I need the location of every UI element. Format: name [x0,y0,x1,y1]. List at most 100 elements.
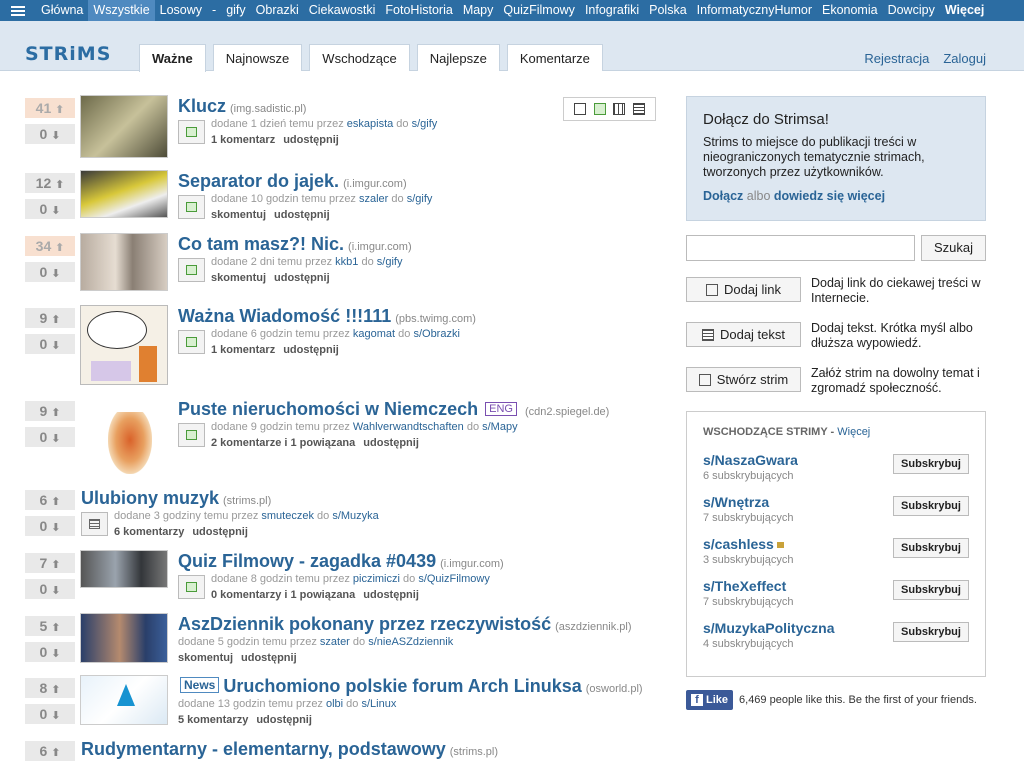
comments-link[interactable]: 2 komentarze i 1 powiązana [211,437,355,449]
share-link[interactable]: udostępnij [283,344,339,356]
comments-link[interactable]: skomentuj [178,652,233,664]
downvote-button[interactable]: 0 ⬇ [25,642,75,662]
share-link[interactable]: udostępnij [241,652,297,664]
nav-item-ciekawostki[interactable]: Ciekawostki [304,0,381,21]
post-author[interactable]: smuteczek [261,510,314,522]
post-strim[interactable]: s/gify [377,256,403,268]
comments-link[interactable]: skomentuj [211,272,266,284]
nav-item-wszystkie[interactable]: Wszystkie [88,0,155,21]
post-author[interactable]: szater [320,636,350,648]
nav-item-informatycznyhumor[interactable]: InformatycznyHumor [692,0,817,21]
nav-item-mapy[interactable]: Mapy [458,0,499,21]
upvote-button[interactable]: 9 ⬆ [25,401,75,421]
post-thumbnail[interactable] [80,398,168,476]
upvote-button[interactable]: 7 ⬆ [25,553,75,573]
post-author[interactable]: kagomat [353,328,395,340]
image-post-icon[interactable] [178,120,205,144]
post-strim[interactable]: s/Mapy [482,421,517,433]
post-author[interactable]: Wahlverwandtschaften [353,421,464,433]
nav-item-infografiki[interactable]: Infografiki [580,0,644,21]
share-link[interactable]: udostępnij [192,526,248,538]
post-title[interactable]: Ważna Wiadomość !!!111 (pbs.twimg.com) [178,306,476,327]
post-strim[interactable]: s/gify [412,118,438,130]
post-thumbnail[interactable] [80,613,168,663]
tab-wschodzace[interactable]: Wschodzące [309,44,410,71]
subscribe-button[interactable]: Subskrybuj [893,538,969,558]
post-title[interactable]: Klucz (img.sadistic.pl) [178,96,306,117]
post-thumbnail[interactable] [80,233,168,291]
post-strim[interactable]: s/Muzyka [332,510,378,522]
nav-item-glowna[interactable]: Główna [36,0,88,21]
create-strim-button[interactable]: Stwórz strim [686,367,801,392]
tab-komentarze[interactable]: Komentarze [506,44,603,71]
image-post-icon[interactable] [178,258,205,282]
comments-link[interactable]: 5 komentarzy [178,714,248,726]
nav-item-ekonomia[interactable]: Ekonomia [817,0,883,21]
comments-link[interactable]: 1 komentarz [211,344,275,356]
share-link[interactable]: udostępnij [256,714,312,726]
post-author[interactable]: eskapista [347,118,393,130]
add-link-button[interactable]: Dodaj link [686,277,801,302]
post-title[interactable]: Separator do jajek. (i.imgur.com) [178,171,407,192]
post-title[interactable]: Co tam masz?! Nic. (i.imgur.com) [178,234,412,255]
image-post-icon[interactable] [178,195,205,219]
nav-item-quizfilmowy[interactable]: QuizFilmowy [498,0,580,21]
upvote-button[interactable]: 8 ⬆ [25,678,75,698]
add-text-button[interactable]: Dodaj tekst [686,322,801,347]
post-author[interactable]: olbi [326,698,343,710]
upvote-button[interactable]: 34 ⬆ [25,236,75,256]
post-thumbnail[interactable] [80,95,168,158]
downvote-button[interactable]: 0 ⬇ [25,704,75,724]
downvote-button[interactable]: 0 ⬇ [25,262,75,282]
comments-link[interactable]: 0 komentarzy i 1 powiązana [211,589,355,601]
tab-najnowsze[interactable]: Najnowsze [212,44,303,71]
comments-link[interactable]: skomentuj [211,209,266,221]
post-thumbnail[interactable] [80,675,168,725]
post-strim[interactable]: s/nieASZdziennik [368,636,453,648]
share-link[interactable]: udostępnij [283,134,339,146]
upvote-button[interactable]: 6 ⬆ [25,490,75,510]
subscribe-button[interactable]: Subskrybuj [893,454,969,474]
subscribe-button[interactable]: Subskrybuj [893,496,969,516]
upvote-button[interactable]: 41 ⬆ [25,98,75,118]
post-title[interactable]: AszDziennik pokonany przez rzeczywistość… [178,614,632,635]
downvote-button[interactable]: 0 ⬇ [25,516,75,536]
downvote-button[interactable]: 0 ⬇ [25,124,75,144]
comments-link[interactable]: 6 komentarzy [114,526,184,538]
nav-item-fotohistoria[interactable]: FotoHistoria [380,0,457,21]
subscribe-button[interactable]: Subskrybuj [893,622,969,642]
search-button[interactable]: Szukaj [921,235,986,261]
tab-najlepsze[interactable]: Najlepsze [416,44,500,71]
downvote-button[interactable]: 0 ⬇ [25,334,75,354]
nav-item-dowcipy[interactable]: Dowcipy [883,0,940,21]
downvote-button[interactable]: 0 ⬇ [25,199,75,219]
learn-more-link[interactable]: dowiedz się więcej [774,189,885,203]
post-title[interactable]: Puste nieruchomości w Niemczech ENG (cdn2… [178,399,609,420]
post-strim[interactable]: s/Obrazki [413,328,459,340]
text-post-icon[interactable] [81,512,108,536]
post-title[interactable]: Quiz Filmowy - zagadka #0439 (i.imgur.com… [178,551,504,572]
hamburger-menu-icon[interactable] [0,0,36,21]
image-post-icon[interactable] [178,330,205,354]
downvote-button[interactable]: 0 ⬇ [25,427,75,447]
comments-link[interactable]: 1 komentarz [211,134,275,146]
tab-wazne[interactable]: Ważne [139,44,206,72]
post-strim[interactable]: s/Linux [361,698,396,710]
share-link[interactable]: udostępnij [274,209,330,221]
rising-more-link[interactable]: Więcej [837,426,870,438]
post-strim[interactable]: s/gify [407,193,433,205]
image-post-icon[interactable] [178,575,205,599]
post-title[interactable]: Ulubiony muzyk (strims.pl) [81,488,271,509]
login-link[interactable]: Zaloguj [943,51,986,66]
post-thumbnail[interactable] [80,305,168,385]
post-author[interactable]: piczimiczi [353,573,400,585]
search-input[interactable] [686,235,915,261]
upvote-button[interactable]: 5 ⬆ [25,616,75,636]
share-link[interactable]: udostępnij [363,589,419,601]
share-link[interactable]: udostępnij [274,272,330,284]
post-author[interactable]: szaler [359,193,388,205]
nav-item-obrazki[interactable]: Obrazki [251,0,304,21]
post-title[interactable]: News Uruchomiono polskie forum Arch Linuk… [178,676,643,697]
facebook-like-button[interactable]: f Like [686,690,734,710]
nav-item-losowy[interactable]: Losowy [155,0,207,21]
